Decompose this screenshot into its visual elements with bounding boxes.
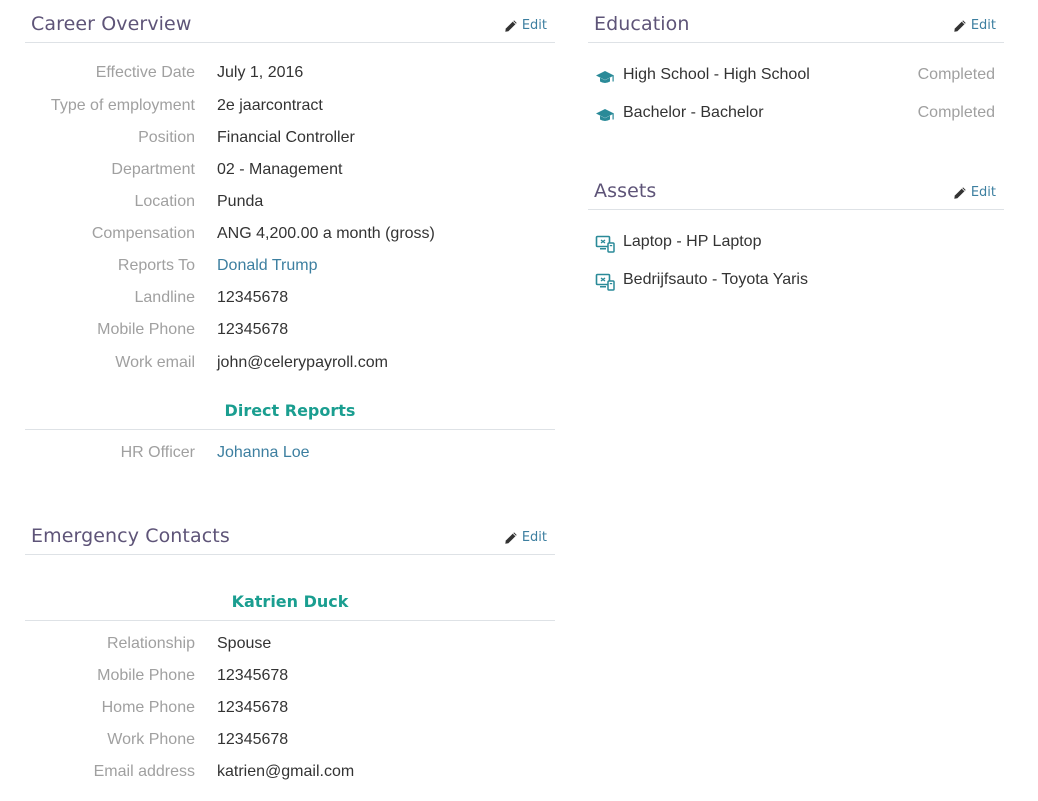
- field-label: Home Phone: [101, 699, 195, 716]
- field-value: July 1, 2016: [217, 64, 304, 81]
- emergency-edit-label: Edit: [521, 530, 547, 545]
- field-row-reports-to: Reports To Donald Trump: [25, 257, 555, 281]
- field-label: Landline: [134, 289, 196, 306]
- contact-row-home-phone: Home Phone 12345678: [25, 699, 555, 723]
- education-status: Completed: [917, 104, 995, 121]
- assets-section: Assets Edit Laptop - HP Laptop Bedrijfsa…: [588, 167, 1004, 291]
- asset-item: Laptop - HP Laptop: [588, 233, 1004, 259]
- emergency-contacts-header: Emergency Contacts Edit: [25, 512, 555, 555]
- asset-label: Bedrijfsauto - Toyota Yaris: [623, 271, 808, 288]
- graduation-cap-icon: [595, 106, 615, 129]
- field-value: 12345678: [217, 667, 289, 684]
- education-item: Bachelor - Bachelor Completed: [588, 104, 1004, 130]
- education-edit-label: Edit: [970, 18, 996, 33]
- education-status: Completed: [917, 66, 995, 83]
- direct-reports-header: Direct Reports: [25, 401, 555, 430]
- field-value: 2e jaarcontract: [217, 97, 323, 114]
- contact-name-header: Katrien Duck: [25, 592, 555, 621]
- contact-row-mobile-phone: Mobile Phone 12345678: [25, 667, 555, 691]
- field-label: Compensation: [91, 225, 195, 242]
- career-edit-label: Edit: [521, 18, 547, 33]
- field-row-compensation: Compensation ANG 4,200.00 a month (gross…: [25, 225, 555, 249]
- reports-to-link[interactable]: Donald Trump: [217, 257, 318, 275]
- education-section: Education Edit High School - High School…: [588, 0, 1004, 121]
- field-value: Punda: [217, 193, 264, 210]
- field-value: Spouse: [217, 635, 272, 652]
- education-item: High School - High School Completed: [588, 66, 1004, 92]
- field-label: Position: [138, 129, 195, 146]
- field-value: john@celerypayroll.com: [217, 354, 388, 371]
- field-row-department: Department 02 - Management: [25, 161, 555, 185]
- contact-name: Katrien Duck: [231, 592, 349, 611]
- field-value: Financial Controller: [217, 129, 355, 146]
- field-value: 12345678: [217, 289, 289, 306]
- field-row-location: Location Punda: [25, 193, 555, 217]
- emergency-contacts-section: Emergency Contacts Edit Katrien Duck Rel…: [25, 512, 555, 780]
- field-label: Work email: [115, 354, 195, 371]
- education-label: Bachelor - Bachelor: [623, 104, 764, 121]
- field-label: Mobile Phone: [97, 667, 195, 684]
- education-edit-button[interactable]: Edit: [953, 18, 996, 33]
- direct-reports-title: Direct Reports: [224, 401, 356, 420]
- asset-item: Bedrijfsauto - Toyota Yaris: [588, 271, 1004, 297]
- field-label: Email address: [93, 763, 195, 780]
- assets-title: Assets: [594, 180, 657, 202]
- education-label: High School - High School: [623, 66, 810, 83]
- direct-report-link[interactable]: Johanna Loe: [217, 444, 310, 462]
- field-label: Mobile Phone: [97, 321, 195, 338]
- pencil-icon: [954, 19, 966, 32]
- asset-label: Laptop - HP Laptop: [623, 233, 762, 250]
- field-row-position: Position Financial Controller: [25, 129, 555, 153]
- asset-icon: [595, 235, 615, 258]
- field-value: 12345678: [217, 321, 289, 338]
- emergency-contacts-title: Emergency Contacts: [31, 525, 230, 547]
- asset-icon: [595, 273, 615, 296]
- pencil-icon: [954, 186, 966, 199]
- field-value: 02 - Management: [217, 161, 343, 178]
- contact-row-work-phone: Work Phone 12345678: [25, 731, 555, 755]
- field-row-mobile-phone: Mobile Phone 12345678: [25, 321, 555, 345]
- emergency-edit-button[interactable]: Edit: [504, 530, 547, 545]
- field-label: Work Phone: [107, 731, 195, 748]
- field-value: 12345678: [217, 731, 289, 748]
- contact-row-email: Email address katrien@gmail.com: [25, 763, 555, 787]
- pencil-icon: [505, 19, 517, 32]
- career-edit-button[interactable]: Edit: [504, 18, 547, 33]
- career-overview-title: Career Overview: [31, 13, 192, 35]
- field-value: 12345678: [217, 699, 289, 716]
- field-row-effective-date: Effective Date July 1, 2016: [25, 64, 555, 88]
- career-overview-section: Career Overview Edit Effective Date July…: [25, 0, 555, 461]
- assets-header: Assets Edit: [588, 167, 1004, 210]
- field-label: HR Officer: [120, 444, 195, 461]
- field-label: Effective Date: [95, 64, 195, 81]
- career-overview-header: Career Overview Edit: [25, 0, 555, 43]
- assets-edit-button[interactable]: Edit: [953, 185, 996, 200]
- direct-report-row: HR Officer Johanna Loe: [25, 444, 555, 468]
- pencil-icon: [505, 531, 517, 544]
- field-label: Relationship: [106, 635, 195, 652]
- field-row-employment-type: Type of employment 2e jaarcontract: [25, 97, 555, 121]
- education-title: Education: [594, 13, 690, 35]
- graduation-cap-icon: [595, 68, 615, 91]
- field-row-work-email: Work email john@celerypayroll.com: [25, 354, 555, 378]
- field-label: Location: [134, 193, 196, 210]
- field-value: katrien@gmail.com: [217, 763, 355, 780]
- education-header: Education Edit: [588, 0, 1004, 43]
- field-value: ANG 4,200.00 a month (gross): [217, 225, 435, 242]
- field-row-landline: Landline 12345678: [25, 289, 555, 313]
- assets-edit-label: Edit: [970, 185, 996, 200]
- field-label: Reports To: [117, 257, 195, 274]
- field-label: Type of employment: [50, 97, 195, 114]
- contact-row-relationship: Relationship Spouse: [25, 635, 555, 659]
- field-label: Department: [111, 161, 195, 178]
